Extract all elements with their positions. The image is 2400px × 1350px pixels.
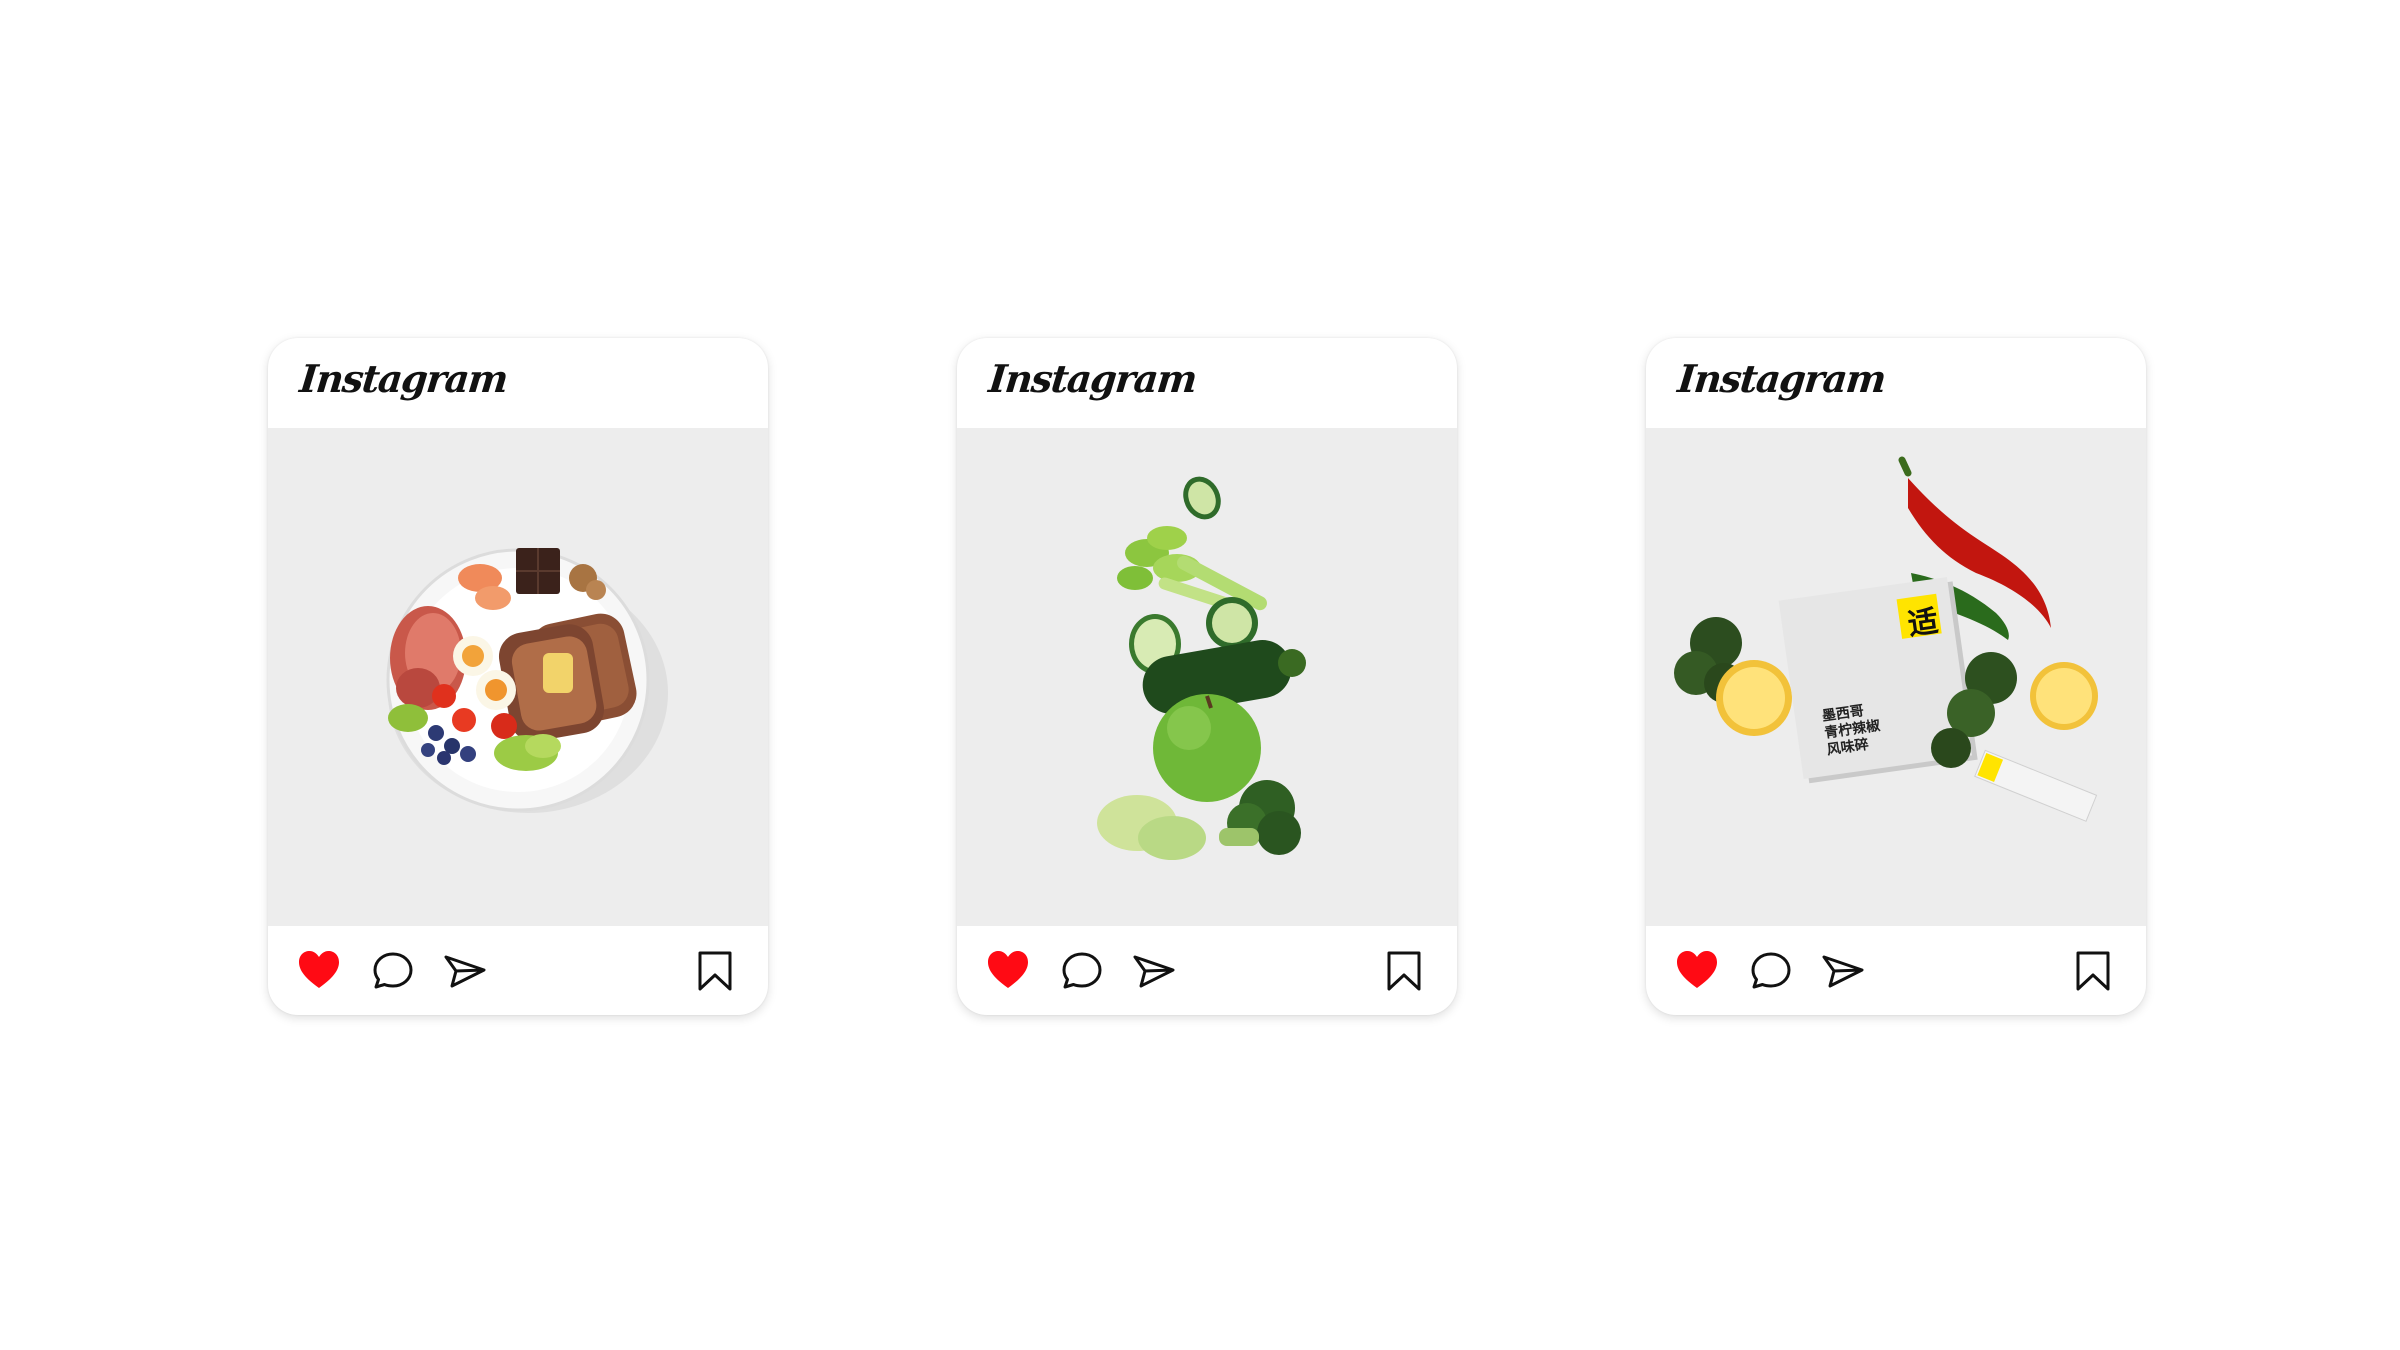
like-icon[interactable] (985, 948, 1031, 994)
comment-icon[interactable] (1059, 948, 1105, 994)
post-actions (1646, 926, 2146, 1015)
share-icon[interactable] (1131, 948, 1177, 994)
post-actions (957, 926, 1457, 1015)
like-icon[interactable] (296, 948, 342, 994)
post-actions (268, 926, 768, 1015)
share-icon[interactable] (1820, 948, 1866, 994)
post-photo-breakfast-plate[interactable] (268, 428, 768, 926)
instagram-logo: Instagram (297, 356, 510, 401)
post-photo-seasoning-product[interactable]: 适 墨西哥 青柠辣椒 风味碎 (1646, 428, 2146, 926)
bookmark-icon[interactable] (2070, 948, 2116, 994)
post-card: Instagram (268, 338, 768, 1015)
post-header: Instagram (957, 338, 1457, 428)
comment-icon[interactable] (1748, 948, 1794, 994)
instagram-logo: Instagram (1675, 356, 1888, 401)
like-icon[interactable] (1674, 948, 1720, 994)
bookmark-icon[interactable] (1381, 948, 1427, 994)
post-photo-vegetable-stack[interactable] (957, 428, 1457, 926)
post-header: Instagram (268, 338, 768, 428)
instagram-logo: Instagram (986, 356, 1199, 401)
post-card: Instagram (957, 338, 1457, 1015)
share-icon[interactable] (442, 948, 488, 994)
post-card: Instagram 适 墨西哥 青柠辣椒 风味碎 (1646, 338, 2146, 1015)
bookmark-icon[interactable] (692, 948, 738, 994)
post-header: Instagram (1646, 338, 2146, 428)
comment-icon[interactable] (370, 948, 416, 994)
product-badge: 适 (1906, 604, 1941, 643)
